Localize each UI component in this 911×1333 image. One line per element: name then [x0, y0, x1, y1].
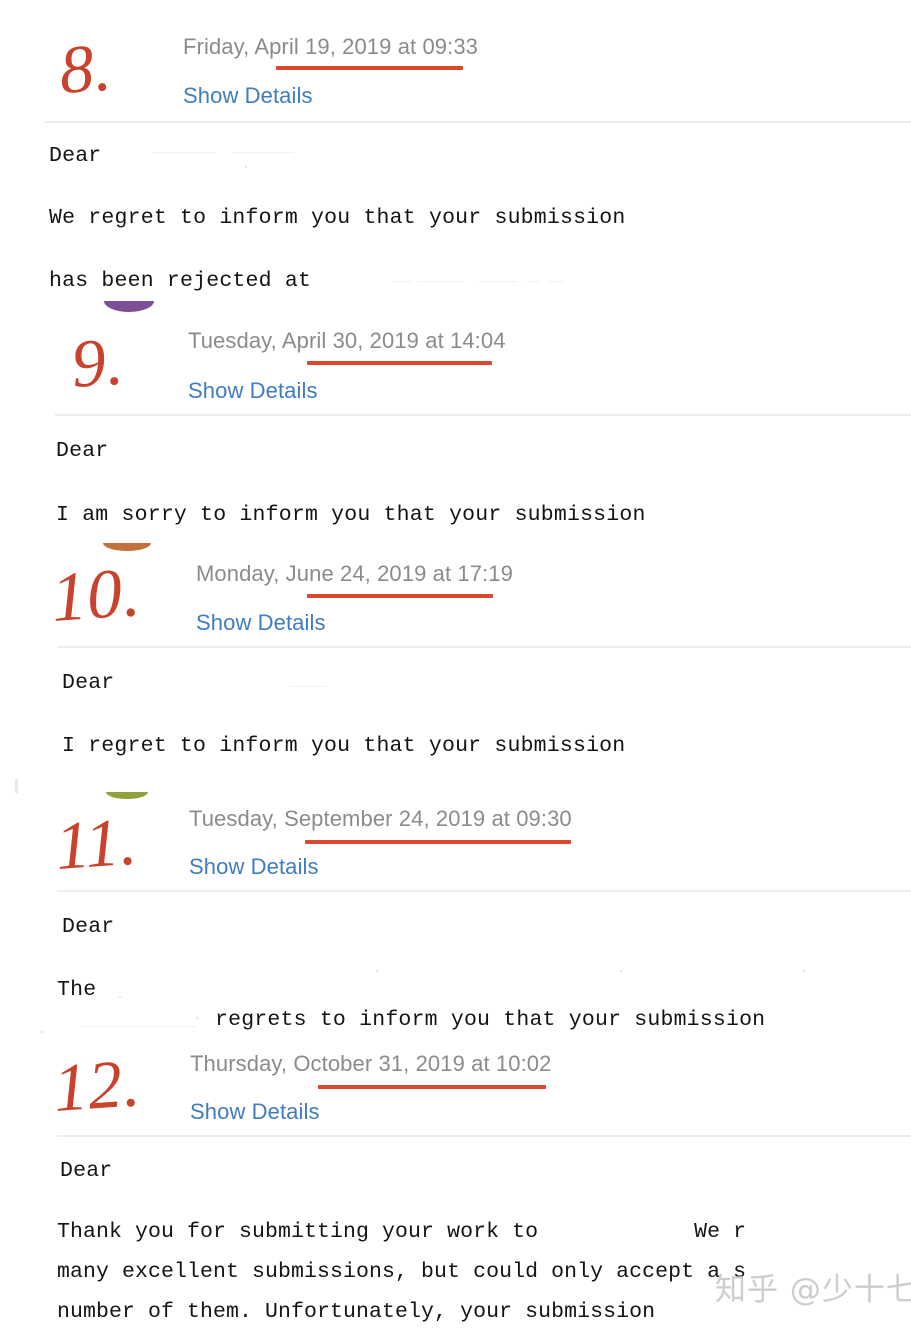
email-separator-11 — [57, 890, 911, 892]
email-date-prefix: Monday, — [196, 561, 286, 586]
email-body-line-12-0: Dear — [60, 1159, 113, 1183]
handwritten-number-9: 9. — [68, 322, 127, 402]
email-body-line-9-1: I am sorry to inform you that your submi… — [56, 503, 646, 527]
email-body-line-9-0: Dear — [56, 439, 109, 463]
redaction-speck — [41, 1031, 43, 1033]
date-annotation-underline-11 — [305, 840, 571, 844]
email-date-prefix: Friday, — [183, 34, 255, 59]
email-body-line-12-1: Thank you for submitting your work to We… — [57, 1220, 747, 1244]
email-date-suffix: at 09:30 — [485, 806, 572, 831]
email-body-line-8-2: has been rejected at — [49, 269, 312, 293]
redaction-trace — [393, 281, 411, 282]
email-thread-page: 8. Friday, April 19, 2019 at 09:33 Show … — [0, 0, 911, 1333]
email-date-core: April 19, 2019 — [254, 34, 392, 59]
handwritten-number-11: 11. — [52, 802, 140, 884]
redaction-trace — [232, 152, 294, 153]
redaction-speck — [620, 970, 622, 972]
email-body-line-11-0: Dear — [62, 915, 115, 939]
email-date-core: April 30, 2019 — [281, 328, 420, 353]
email-body-line-10-0: Dear — [62, 671, 115, 695]
show-details-link-12[interactable]: Show Details — [190, 1101, 320, 1123]
email-body-line-8-1: We regret to inform you that your submis… — [49, 206, 626, 230]
redaction-speck — [245, 166, 247, 168]
date-annotation-underline-12 — [318, 1085, 546, 1089]
handwritten-number-10: 10. — [48, 553, 143, 637]
watermark-label: 知乎 @少十七 — [715, 1272, 911, 1308]
email-date-core: June 24, 2019 — [285, 561, 427, 586]
redaction-trace — [80, 1026, 195, 1027]
email-date-core: October 31, 2019 — [293, 1051, 465, 1076]
redaction-trace — [290, 686, 326, 687]
email-date-prefix: Thursday, — [190, 1051, 294, 1076]
show-details-link-8[interactable]: Show Details — [183, 85, 313, 107]
redaction-speck — [376, 970, 378, 972]
email-date-10: Monday, June 24, 2019 at 17:19 — [196, 563, 513, 585]
email-body-line-11-1: The — [57, 978, 97, 1002]
redaction-trace — [418, 281, 464, 282]
email-date-prefix: Tuesday, — [189, 806, 285, 831]
email-body-line-11-2: regrets to inform you that your submissi… — [215, 1008, 766, 1032]
email-date-9: Tuesday, April 30, 2019 at 14:04 — [188, 330, 506, 352]
email-date-8: Friday, April 19, 2019 at 09:33 — [183, 36, 478, 58]
email-body-line-8-0: Dear — [49, 144, 102, 168]
email-separator-9 — [55, 414, 911, 416]
email-separator-12 — [57, 1135, 911, 1137]
handwritten-number-12: 12. — [50, 1044, 143, 1126]
redaction-speck — [119, 996, 121, 998]
date-annotation-underline-10 — [307, 594, 493, 598]
email-date-12: Thursday, October 31, 2019 at 10:02 — [190, 1053, 551, 1075]
email-body-line-12-3: number of them. Unfortunately, your subm… — [57, 1300, 656, 1324]
email-date-prefix: Tuesday, — [188, 328, 282, 353]
email-body-line-10-1: I regret to inform you that your submiss… — [62, 734, 626, 758]
highlighter-arc-artifact-green — [106, 792, 148, 799]
email-date-core: September 24, 2019 — [284, 806, 486, 831]
email-date-suffix: at 14:04 — [419, 328, 506, 353]
highlighter-arc-artifact-orange — [103, 543, 151, 551]
redaction-trace — [479, 281, 517, 282]
email-separator-10 — [57, 646, 911, 648]
redaction-trace — [549, 281, 563, 282]
email-separator-8 — [44, 121, 911, 123]
scan-artifact-speck — [15, 779, 18, 793]
email-date-suffix: at 17:19 — [426, 561, 513, 586]
redaction-speck — [196, 1017, 198, 1019]
email-date-suffix: at 09:33 — [391, 34, 479, 59]
handwritten-number-8: 8. — [56, 28, 115, 108]
show-details-link-11[interactable]: Show Details — [189, 856, 319, 878]
redaction-speck — [803, 970, 805, 972]
email-body-line-12-2: many excellent submissions, but could on… — [57, 1260, 747, 1284]
highlighter-arc-artifact-purple — [104, 301, 154, 312]
show-details-link-9[interactable]: Show Details — [188, 380, 318, 402]
date-annotation-underline-9 — [307, 361, 492, 365]
redaction-trace — [152, 152, 216, 153]
email-date-11: Tuesday, September 24, 2019 at 09:30 — [189, 808, 572, 830]
date-annotation-underline-8 — [276, 66, 463, 70]
show-details-link-10[interactable]: Show Details — [196, 612, 326, 634]
redaction-trace — [526, 281, 540, 282]
email-date-suffix: at 10:02 — [464, 1051, 552, 1076]
